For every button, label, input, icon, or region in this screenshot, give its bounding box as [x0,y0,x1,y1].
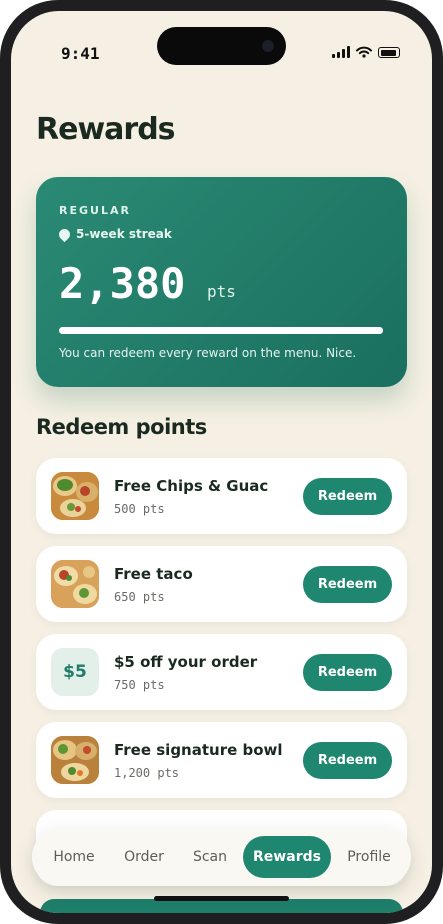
streak-badge: 5-week streak [56,226,172,242]
discount-badge-icon: $5 [51,648,99,696]
tab-profile[interactable]: Profile [335,836,403,878]
redeem-button[interactable]: Redeem [303,742,392,779]
camera-icon [262,40,274,52]
tab-bar: Home Order Scan Rewards Profile [32,828,411,886]
bottom-peek-card [40,899,403,913]
reward-cost: 650 pts [114,590,165,604]
cellular-signal-icon [332,46,350,58]
section-title: Redeem points [36,415,207,439]
home-indicator [154,896,289,901]
tab-order[interactable]: Order [112,836,176,878]
battery-icon [378,47,400,58]
redeem-button[interactable]: Redeem [303,478,392,515]
points-balance: 2,380 [59,259,186,308]
tier-label: REGULAR [59,204,131,217]
points-unit: pts [207,282,236,301]
wifi-icon [356,46,372,58]
reward-name: $5 off your order [114,653,258,671]
food-thumbnail [51,560,99,608]
tab-rewards[interactable]: Rewards [243,836,331,878]
tab-home[interactable]: Home [42,836,106,878]
status-icons [332,44,400,58]
redeem-button[interactable]: Redeem [303,654,392,691]
food-thumbnail [51,736,99,784]
app-screen: 9:41 Rewards REGULAR 5-week streak 2,380… [11,11,432,913]
points-progress-bar [59,327,383,334]
streak-label: 5-week streak [76,227,172,241]
progress-fill [59,327,383,334]
reward-item: Free Chips & Guac 500 pts Redeem [36,458,407,534]
rewards-summary-card: REGULAR 5-week streak 2,380 pts You can … [36,177,407,387]
reward-item: $5 $5 off your order 750 pts Redeem [36,634,407,710]
phone-frame: 9:41 Rewards REGULAR 5-week streak 2,380… [0,0,443,924]
status-bar: 9:41 [11,11,432,81]
reward-cost: 750 pts [114,678,165,692]
reward-name: Free signature bowl [114,741,283,759]
reward-item: Free signature bowl 1,200 pts Redeem [36,722,407,798]
flame-icon [56,226,73,242]
reward-name: Free Chips & Guac [114,477,269,495]
redeem-button[interactable]: Redeem [303,566,392,603]
tab-scan[interactable]: Scan [180,836,240,878]
food-thumbnail [51,472,99,520]
reward-cost: 1,200 pts [114,766,180,780]
reward-cost: 500 pts [114,502,165,516]
page-title: Rewards [36,112,176,147]
reward-item: Free taco 650 pts Redeem [36,546,407,622]
reward-name: Free taco [114,565,193,583]
status-time: 9:41 [61,44,100,63]
progress-message: You can redeem every reward on the menu.… [59,346,357,360]
dynamic-island [157,27,286,65]
